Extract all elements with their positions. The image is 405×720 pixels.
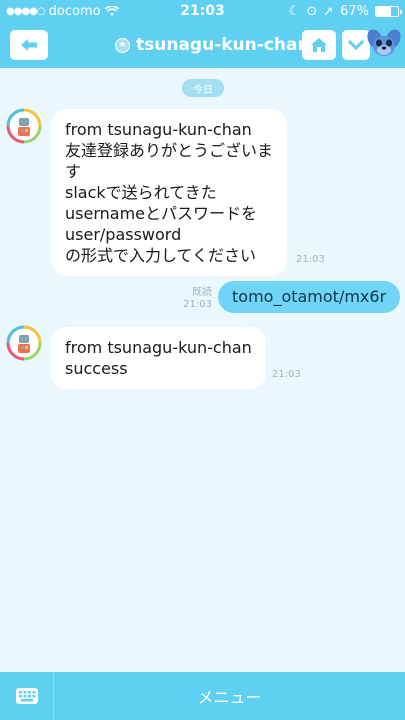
message-text: す xyxy=(65,162,82,181)
outgoing-message-bubble[interactable]: tomo_otamot/mx6r xyxy=(218,281,401,313)
carrier-name: docomo xyxy=(48,3,101,19)
message-timestamp: 21:03 xyxy=(296,254,325,265)
battery-percentage: 67% xyxy=(340,3,369,19)
verified-badge-icon: ★ xyxy=(115,37,130,53)
message-text: usernameとパスワードを xyxy=(65,204,257,223)
battery-icon xyxy=(375,5,402,17)
message-text: success xyxy=(65,359,128,378)
keyboard-button[interactable] xyxy=(0,672,54,720)
status-icons: ☾ ⊙ ➚ 67% xyxy=(288,3,402,19)
message-timestamp: 21:03 xyxy=(183,299,212,310)
mascot-character-icon xyxy=(367,29,401,56)
location-icon: ➚ xyxy=(323,3,335,19)
read-label: 既読 xyxy=(192,287,212,298)
status-bar: ●●●●○ docomo 21:03 ☾ ⊙ ➚ 67% xyxy=(0,0,405,22)
keyboard-icon xyxy=(15,688,38,704)
incoming-message-bubble[interactable]: from tsunagu-kun-chan 友達登録ありがとうございま す sl… xyxy=(51,109,288,276)
incoming-message-bubble[interactable]: from tsunagu-kun-chan success xyxy=(51,327,266,389)
bottom-menu-bar: メニュー xyxy=(0,672,405,720)
back-button[interactable] xyxy=(10,30,48,60)
carrier-info: ●●●●○ docomo xyxy=(6,4,119,19)
orientation-lock-icon: ⊙ xyxy=(306,3,318,19)
message-text: 友達登録ありがとうございま xyxy=(65,141,274,160)
wifi-icon xyxy=(104,5,119,16)
message-text: user/password xyxy=(65,225,182,244)
back-arrow-icon xyxy=(21,39,37,51)
chat-title-text: tsunagu-kun-chan xyxy=(136,35,310,55)
message-text: slackで送られてきた xyxy=(65,183,217,202)
chat-header: ★ tsunagu-kun-chan xyxy=(0,22,405,68)
battery-level xyxy=(376,6,391,16)
bot-avatar-icon xyxy=(6,325,42,361)
date-separator: 今日 xyxy=(182,79,224,97)
bot-avatar[interactable] xyxy=(6,108,42,144)
chevron-down-icon xyxy=(348,39,364,51)
signal-strength-icon: ●●●●○ xyxy=(6,5,46,17)
menu-button[interactable]: メニュー xyxy=(54,684,405,708)
chat-title: ★ tsunagu-kun-chan xyxy=(115,22,310,68)
bot-avatar-icon xyxy=(6,108,42,144)
message-timestamp: 21:03 xyxy=(272,369,301,380)
bot-avatar[interactable] xyxy=(6,325,42,361)
home-button[interactable] xyxy=(302,30,336,60)
read-status: 既読 21:03 xyxy=(180,287,212,311)
message-text: の形式で入力してください xyxy=(65,246,257,265)
message-text: tomo_otamot/mx6r xyxy=(232,287,387,306)
message-text: from tsunagu-kun-chan xyxy=(65,338,252,357)
home-icon xyxy=(311,38,327,52)
moon-icon: ☾ xyxy=(288,3,301,19)
message-text: from tsunagu-kun-chan xyxy=(65,120,252,139)
